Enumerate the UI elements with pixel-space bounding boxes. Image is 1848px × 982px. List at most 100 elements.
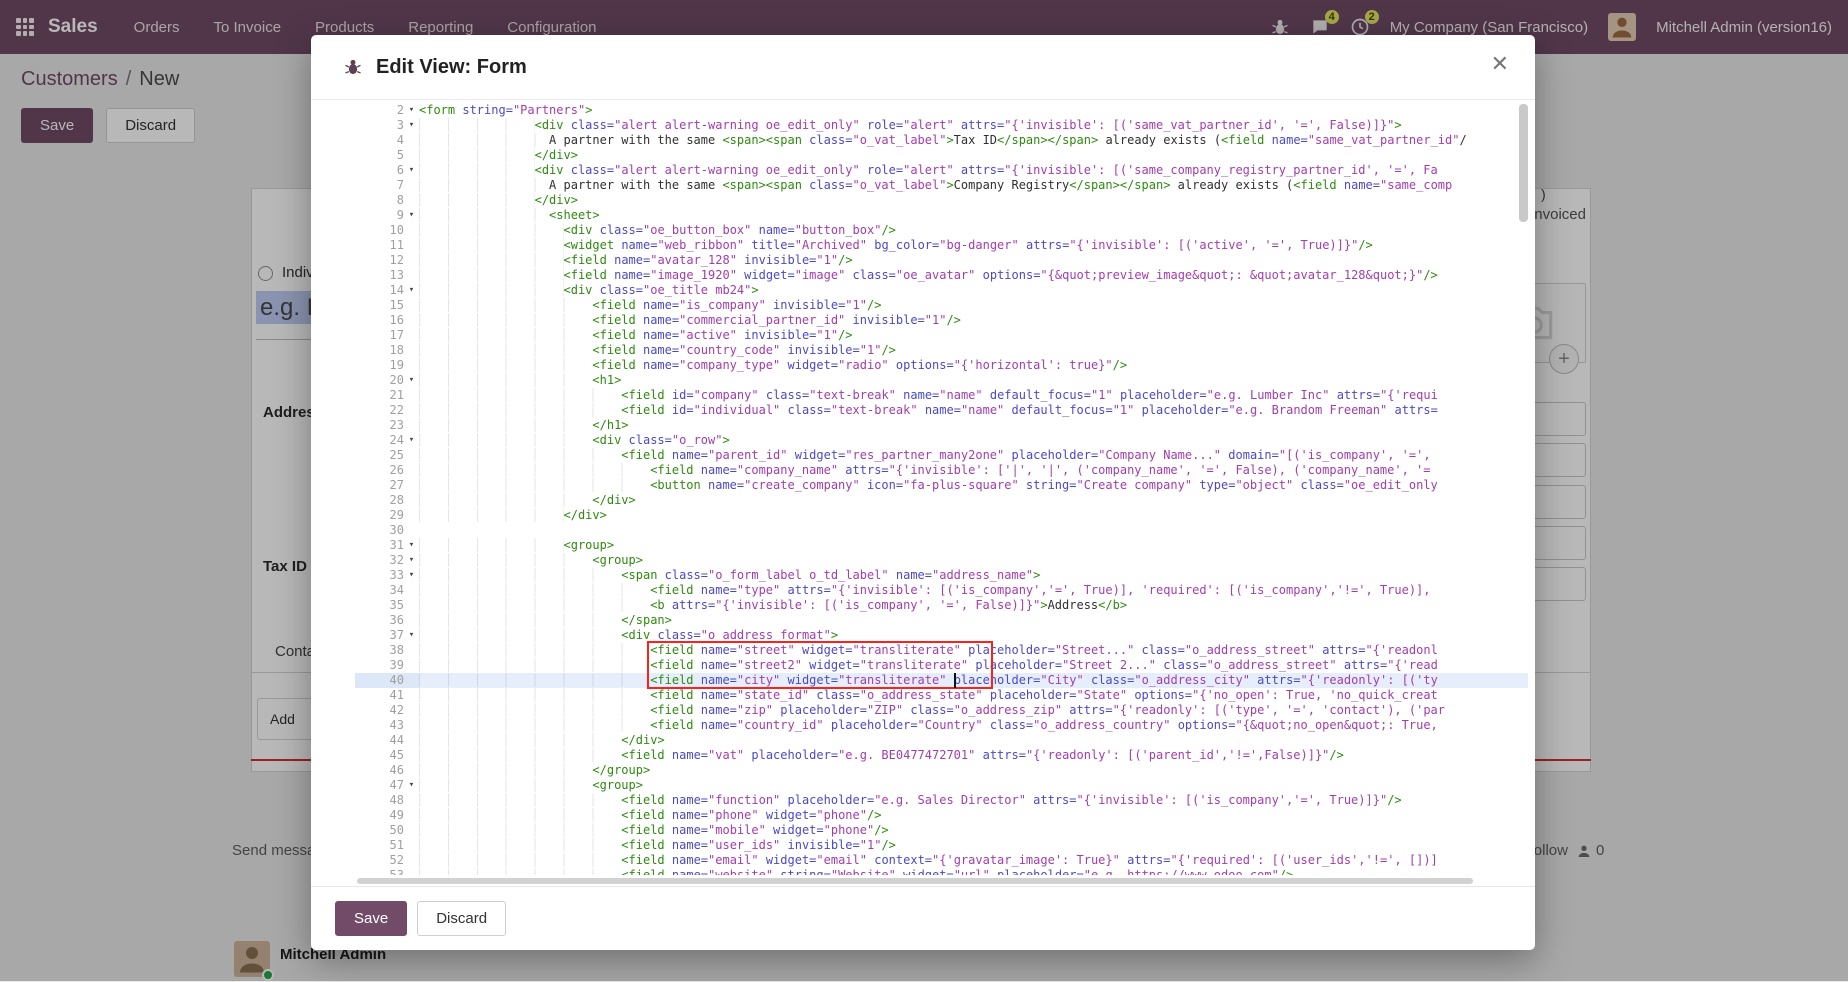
gutter-line-number[interactable]: 25 (355, 448, 419, 463)
fold-arrow-icon[interactable]: ▾ (404, 283, 419, 298)
gutter-line-number[interactable]: 21 (355, 388, 419, 403)
gutter-line-number[interactable]: 5 (355, 148, 419, 163)
code-line[interactable]: <field name="phone" widget="phone"/> (419, 808, 1528, 823)
gutter-line-number[interactable]: 28 (355, 493, 419, 508)
fold-arrow-icon[interactable]: ▾ (404, 538, 419, 553)
gutter-line-number[interactable]: 26 (355, 463, 419, 478)
gutter-line-number[interactable]: 27 (355, 478, 419, 493)
code-line[interactable]: <field name="company_type" widget="radio… (419, 358, 1528, 373)
gutter-line-number[interactable]: 31▾ (355, 538, 419, 553)
fold-arrow-icon[interactable]: ▾ (404, 118, 419, 133)
code-line[interactable]: <group> (419, 778, 1528, 793)
code-line[interactable]: <button name="create_company" icon="fa-p… (419, 478, 1528, 493)
gutter-line-number[interactable]: 48 (355, 793, 419, 808)
modal-discard-button[interactable]: Discard (417, 901, 506, 936)
fold-arrow-icon[interactable]: ▾ (404, 778, 419, 793)
code-line[interactable]: <field name="function" placeholder="e.g.… (419, 793, 1528, 808)
code-line[interactable]: <div class="oe_button_box" name="button_… (419, 223, 1528, 238)
code-line[interactable]: <field name="mobile" widget="phone"/> (419, 823, 1528, 838)
gutter-line-number[interactable]: 49 (355, 808, 419, 823)
code-editor[interactable]: 2▾3▾456▾789▾1011121314▾151617181920▾2122… (355, 100, 1528, 875)
code-line[interactable]: <field id="individual" class="text-break… (419, 403, 1528, 418)
code-line[interactable]: </group> (419, 763, 1528, 778)
gutter-line-number[interactable]: 2▾ (355, 103, 419, 118)
fold-arrow-icon[interactable]: ▾ (404, 628, 419, 643)
gutter-line-number[interactable]: 53 (355, 868, 419, 875)
gutter-line-number[interactable]: 19 (355, 358, 419, 373)
gutter-line-number[interactable]: 45 (355, 748, 419, 763)
gutter-line-number[interactable]: 20▾ (355, 373, 419, 388)
fold-arrow-icon[interactable]: ▾ (404, 208, 419, 223)
gutter-line-number[interactable]: 52 (355, 853, 419, 868)
gutter-line-number[interactable]: 4 (355, 133, 419, 148)
code-line[interactable]: <field name="user_ids" invisible="1"/> (419, 838, 1528, 853)
gutter-line-number[interactable]: 24▾ (355, 433, 419, 448)
gutter-line-number[interactable]: 39 (355, 658, 419, 673)
gutter-line-number[interactable]: 46 (355, 763, 419, 778)
code-line[interactable]: <div class="o_row"> (419, 433, 1528, 448)
code-line[interactable]: <field name="image_1920" widget="image" … (419, 268, 1528, 283)
code-line[interactable]: </div> (419, 148, 1528, 163)
gutter-line-number[interactable]: 11 (355, 238, 419, 253)
gutter-line-number[interactable]: 35 (355, 598, 419, 613)
modal-save-button[interactable]: Save (335, 901, 407, 936)
code-line[interactable]: <field name="country_code" invisible="1"… (419, 343, 1528, 358)
code-line[interactable]: </div> (419, 508, 1528, 523)
code-line[interactable]: <widget name="web_ribbon" title="Archive… (419, 238, 1528, 253)
gutter-line-number[interactable]: 29 (355, 508, 419, 523)
gutter-line-number[interactable]: 41 (355, 688, 419, 703)
code-line[interactable]: <field name="commercial_partner_id" invi… (419, 313, 1528, 328)
close-icon[interactable]: ✕ (1491, 53, 1509, 75)
code-line[interactable]: <field name="street2" widget="transliter… (419, 658, 1528, 673)
vertical-scrollbar-thumb[interactable] (1519, 104, 1528, 222)
gutter-line-number[interactable]: 18 (355, 343, 419, 358)
code-line[interactable]: <group> (419, 538, 1528, 553)
gutter-line-number[interactable]: 50 (355, 823, 419, 838)
gutter-line-number[interactable]: 8 (355, 193, 419, 208)
code-line[interactable]: <field name="country_id" placeholder="Co… (419, 718, 1528, 733)
gutter-line-number[interactable]: 13 (355, 268, 419, 283)
gutter-line-number[interactable]: 36 (355, 613, 419, 628)
gutter-line-number[interactable]: 33▾ (355, 568, 419, 583)
fold-arrow-icon[interactable]: ▾ (404, 553, 419, 568)
gutter-line-number[interactable]: 42 (355, 703, 419, 718)
editor-vertical-scrollbar[interactable] (1519, 102, 1528, 872)
code-line[interactable]: </h1> (419, 418, 1528, 433)
code-line[interactable]: <field name="state_id" class="o_address_… (419, 688, 1528, 703)
code-line[interactable]: <div class="o_address_format"> (419, 628, 1528, 643)
code-line[interactable]: <field name="avatar_128" invisible="1"/> (419, 253, 1528, 268)
gutter-line-number[interactable]: 7 (355, 178, 419, 193)
gutter-line-number[interactable]: 3▾ (355, 118, 419, 133)
code-line[interactable]: <field name="city" widget="transliterate… (419, 673, 1528, 688)
horizontal-scrollbar-thumb[interactable] (357, 878, 1473, 884)
gutter-line-number[interactable]: 51 (355, 838, 419, 853)
gutter-line-number[interactable]: 16 (355, 313, 419, 328)
fold-arrow-icon[interactable]: ▾ (404, 373, 419, 388)
code-line[interactable]: <div class="alert alert-warning oe_edit_… (419, 118, 1528, 133)
code-line[interactable]: </div> (419, 193, 1528, 208)
gutter-line-number[interactable]: 17 (355, 328, 419, 343)
gutter-line-number[interactable]: 30 (355, 523, 419, 538)
code-line[interactable]: <span class="o_form_label o_td_label" na… (419, 568, 1528, 583)
code-line[interactable]: <field name="street" widget="translitera… (419, 643, 1528, 658)
fold-arrow-icon[interactable]: ▾ (404, 103, 419, 118)
code-line[interactable]: <field name="active" invisible="1"/> (419, 328, 1528, 343)
code-line[interactable]: A partner with the same <span><span clas… (419, 178, 1528, 193)
gutter-line-number[interactable]: 38 (355, 643, 419, 658)
code-line[interactable]: </div> (419, 493, 1528, 508)
gutter-line-number[interactable]: 23 (355, 418, 419, 433)
gutter-line-number[interactable]: 12 (355, 253, 419, 268)
fold-arrow-icon[interactable]: ▾ (404, 163, 419, 178)
code-line[interactable]: <field name="vat" placeholder="e.g. BE04… (419, 748, 1528, 763)
code-line[interactable]: <div class="oe_title mb24"> (419, 283, 1528, 298)
code-line[interactable]: <field name="type" attrs="{'invisible': … (419, 583, 1528, 598)
gutter-line-number[interactable]: 40 (355, 673, 419, 688)
fold-arrow-icon[interactable]: ▾ (404, 568, 419, 583)
gutter-line-number[interactable]: 44 (355, 733, 419, 748)
code-line[interactable]: A partner with the same <span><span clas… (419, 133, 1528, 148)
gutter-line-number[interactable]: 6▾ (355, 163, 419, 178)
fold-arrow-icon[interactable]: ▾ (404, 433, 419, 448)
gutter-line-number[interactable]: 22 (355, 403, 419, 418)
code-line[interactable]: <field name="is_company" invisible="1"/> (419, 298, 1528, 313)
gutter-line-number[interactable]: 32▾ (355, 553, 419, 568)
